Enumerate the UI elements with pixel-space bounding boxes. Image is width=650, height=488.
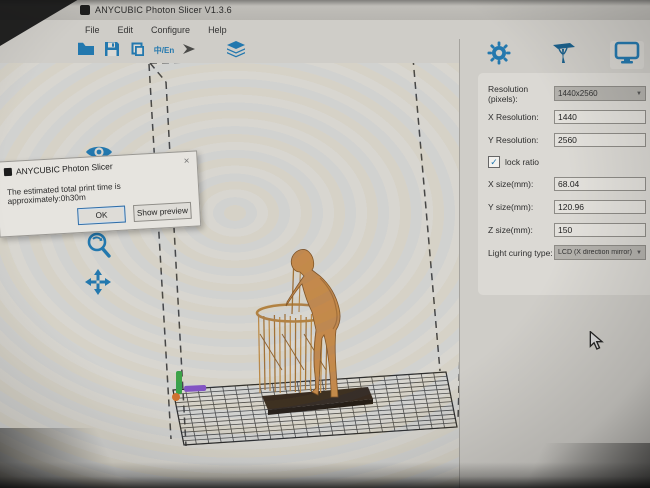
menu-help[interactable]: Help [199, 23, 236, 37]
build-scene [0, 63, 460, 488]
y-size-label: Y size(mm): [488, 202, 554, 212]
menu-file[interactable]: File [76, 23, 109, 37]
axis-z-green[interactable] [176, 371, 182, 394]
x-size-row: X size(mm): [488, 175, 646, 192]
chevron-down-icon: ▼ [636, 91, 642, 97]
tab-printer-platform[interactable] [546, 41, 580, 69]
y-resolution-input[interactable] [554, 133, 646, 147]
zoom-rotate-button[interactable] [84, 230, 112, 265]
menubar: File Edit Configure Help [0, 20, 650, 39]
resolution-value: 1440x2560 [558, 89, 636, 98]
x-size-label: X size(mm): [488, 179, 554, 189]
zoom-rotate-icon [84, 247, 112, 264]
x-resolution-label: X Resolution: [488, 112, 554, 122]
display-settings-card: Resolution (pixels): 1440x2560 ▼ X Resol… [478, 73, 650, 295]
save-file-button[interactable] [102, 41, 122, 61]
print-time-dialog: ANYCUBIC Photon Slicer × The estimated t… [0, 150, 201, 237]
titlebar: ANYCUBIC Photon Slicer V1.3.6 [0, 0, 650, 20]
move-arrows-icon [84, 283, 112, 300]
layers-icon [226, 40, 246, 63]
model-figure[interactable] [286, 249, 340, 397]
language-toggle-icon: 中/En [154, 47, 174, 55]
dialog-buttons: OK Show preview [77, 202, 192, 225]
lock-ratio-row: ✓ lock ratio [488, 154, 646, 169]
ok-button[interactable]: OK [77, 206, 126, 226]
window-title: ANYCUBIC Photon Slicer V1.3.6 [95, 5, 232, 15]
move-model-button[interactable] [84, 268, 112, 301]
axis-x-purple[interactable] [184, 385, 206, 392]
x-resolution-row: X Resolution: [488, 108, 646, 125]
light-curing-row: Light curing type: LCD (X direction mirr… [488, 244, 646, 261]
open-file-button[interactable] [76, 41, 96, 61]
copy-documents-icon [130, 41, 146, 62]
x-resolution-input[interactable] [554, 110, 646, 124]
print-platform-icon [550, 41, 576, 70]
lock-ratio-label: lock ratio [505, 157, 539, 167]
language-toggle-button[interactable]: 中/En [154, 41, 174, 61]
panel-tabs [460, 39, 650, 71]
chevron-down-icon: ▼ [636, 250, 642, 256]
open-folder-icon [77, 41, 95, 62]
z-size-input[interactable] [554, 223, 646, 237]
menu-edit[interactable]: Edit [109, 23, 143, 37]
slice-button[interactable] [180, 41, 200, 61]
menu-configure[interactable]: Configure [142, 23, 199, 37]
z-size-label: Z size(mm): [488, 225, 554, 235]
light-curing-value: LCD (X direction mirror) [558, 249, 636, 256]
resolution-row: Resolution (pixels): 1440x2560 ▼ [488, 85, 646, 102]
y-size-input[interactable] [554, 200, 646, 214]
lock-ratio-checkbox[interactable]: ✓ [488, 156, 500, 168]
app-icon [80, 5, 90, 15]
resolution-dropdown[interactable]: 1440x2560 ▼ [554, 86, 646, 101]
viewport-3d[interactable] [0, 63, 460, 488]
app-window: ANYCUBIC Photon Slicer V1.3.6 File Edit … [0, 0, 650, 488]
gear-icon [487, 41, 511, 70]
slice-arrow-icon [181, 42, 199, 61]
dialog-app-icon [4, 168, 12, 176]
layers-view-button[interactable] [226, 41, 246, 61]
y-resolution-row: Y Resolution: [488, 131, 646, 148]
axis-origin-orange[interactable] [172, 393, 180, 401]
show-preview-button[interactable]: Show preview [133, 202, 192, 222]
monitor-icon [614, 41, 640, 70]
y-resolution-label: Y Resolution: [488, 135, 554, 145]
resolution-label: Resolution (pixels): [488, 84, 554, 104]
light-curing-dropdown[interactable]: LCD (X direction mirror) ▼ [554, 245, 646, 260]
light-curing-label: Light curing type: [488, 248, 554, 258]
settings-panel: Resolution (pixels): 1440x2560 ▼ X Resol… [459, 39, 650, 488]
save-floppy-icon [104, 41, 120, 62]
y-size-row: Y size(mm): [488, 198, 646, 215]
z-size-row: Z size(mm): [488, 221, 646, 238]
copy-model-button[interactable] [128, 41, 148, 61]
tab-settings[interactable] [482, 41, 516, 69]
tab-display[interactable] [610, 41, 644, 69]
close-icon[interactable]: × [181, 157, 193, 168]
x-size-input[interactable] [554, 177, 646, 191]
